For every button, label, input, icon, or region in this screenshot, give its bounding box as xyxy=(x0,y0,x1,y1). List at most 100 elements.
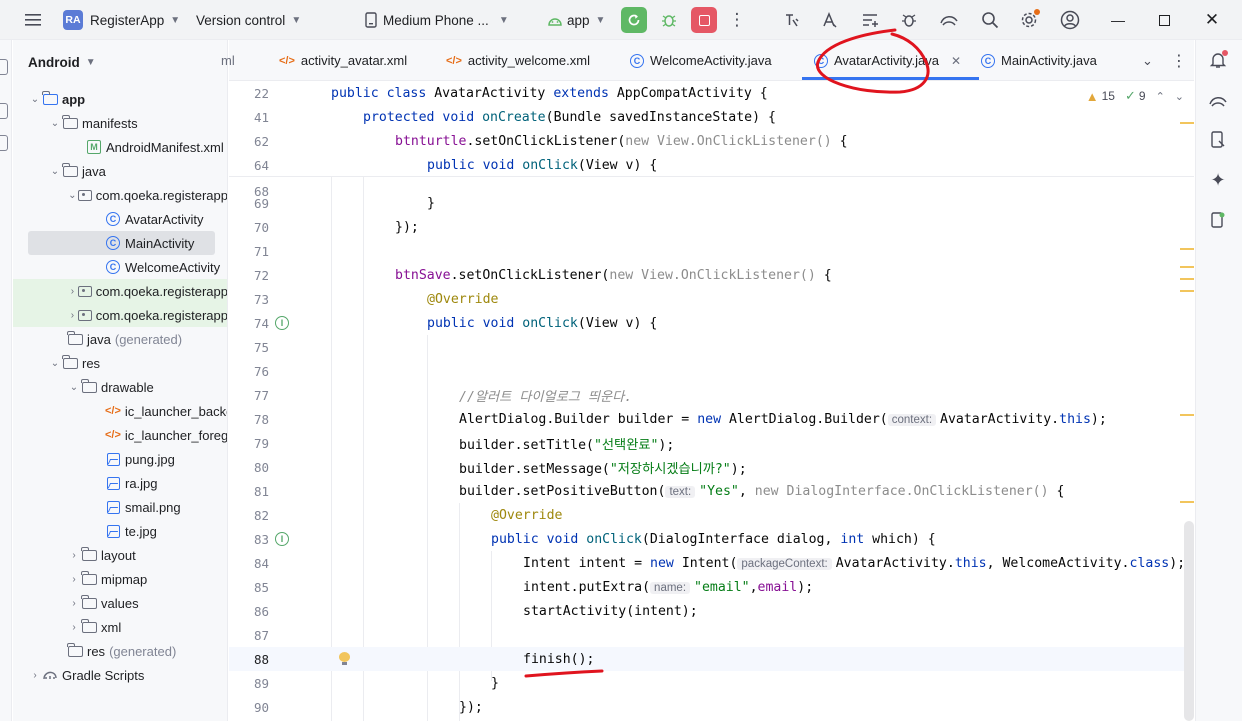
tree-item-gradle-scripts[interactable]: › Gradle Scripts xyxy=(13,663,227,687)
tree-item-te[interactable]: te.jpg xyxy=(13,519,227,543)
tree-item-java-generated[interactable]: java (generated) xyxy=(13,327,227,351)
tab-mainactivity-java[interactable]: C MainActivity.java xyxy=(981,40,1097,81)
line-number: 85 xyxy=(253,579,269,595)
warning-marker[interactable] xyxy=(1180,122,1194,124)
tree-item-mainactivity[interactable]: C MainActivity xyxy=(28,231,215,255)
warning-marker[interactable] xyxy=(1180,290,1194,292)
inspection-widget[interactable]: ▲ 15 ✓ 9 ⌃ ⌄ xyxy=(1086,88,1184,104)
warning-icon: ▲ xyxy=(1085,88,1099,104)
tab-welcomeactivity-java[interactable]: C WelcomeActivity.java xyxy=(630,40,772,81)
tree-item-package-androidtest[interactable]: › com.qoeka.registerapp xyxy=(13,279,227,303)
tree-item-drawable[interactable]: ⌄ drawable xyxy=(13,375,227,399)
project-view-selector[interactable]: Android ▼ xyxy=(13,40,227,84)
code-line: 62 btnturtle.setOnClickListener(new View… xyxy=(229,129,1194,153)
editor-scrollbar[interactable] xyxy=(1184,521,1194,721)
build-variants-icon[interactable] xyxy=(857,7,883,33)
structure-tool-icon[interactable] xyxy=(0,135,8,151)
tree-item-res[interactable]: ⌄ res xyxy=(13,351,227,375)
tab-activity-avatar-xml[interactable]: </> activity_avatar.xml xyxy=(279,40,407,81)
notifications-icon[interactable] xyxy=(1206,48,1230,72)
tree-item-app[interactable]: ⌄ app xyxy=(13,87,227,111)
commit-tool-icon[interactable] xyxy=(0,103,8,119)
warning-marker[interactable] xyxy=(1180,414,1194,416)
tab-avataractivity-java[interactable]: C AvatarActivity.java ✕ xyxy=(801,40,980,81)
right-tool-strip: ✦ xyxy=(1195,40,1242,721)
stop-button[interactable] xyxy=(691,7,717,33)
line-number: 62 xyxy=(253,133,269,149)
tree-item-label: manifests xyxy=(82,115,138,131)
rerun-button[interactable] xyxy=(621,7,647,33)
maximize-button[interactable] xyxy=(1144,0,1184,40)
warning-marker[interactable] xyxy=(1180,501,1194,503)
tree-item-java[interactable]: ⌄ java xyxy=(13,159,227,183)
tree-item-ic-launcher-background[interactable]: </> ic_launcher_background.xml xyxy=(13,399,227,423)
chevron-down-icon[interactable]: ⌄ xyxy=(1175,90,1184,103)
lightbulb-icon[interactable] xyxy=(339,652,350,665)
vcs-label: Version control xyxy=(196,12,286,28)
running-devices-icon[interactable] xyxy=(1206,208,1230,232)
tree-item-manifests[interactable]: ⌄ manifests xyxy=(13,111,227,135)
override-gutter-icon[interactable]: I xyxy=(275,316,289,330)
close-tab-icon[interactable]: ✕ xyxy=(951,54,961,68)
line-number: 83 xyxy=(253,531,269,547)
search-icon[interactable] xyxy=(977,7,1003,33)
device-selector[interactable]: Medium Phone ... ▼ xyxy=(364,0,509,40)
override-gutter-icon[interactable]: I xyxy=(275,532,289,546)
main-menu-icon[interactable] xyxy=(20,7,46,33)
warning-marker[interactable] xyxy=(1180,248,1194,250)
tree-item-pung[interactable]: pung.jpg xyxy=(13,447,227,471)
app-inspection-icon[interactable] xyxy=(896,7,922,33)
chevron-up-icon[interactable]: ⌃ xyxy=(1156,90,1165,103)
debug-icon[interactable] xyxy=(656,7,682,33)
tree-item-values[interactable]: › values xyxy=(13,591,227,615)
tree-item-welcomeactivity[interactable]: C WelcomeActivity xyxy=(13,255,227,279)
tree-item-avataractivity[interactable]: C AvatarActivity xyxy=(13,207,227,231)
tree-item-layout[interactable]: › layout xyxy=(13,543,227,567)
code-text: @Override xyxy=(427,291,499,307)
tree-item-label: ra.jpg xyxy=(125,475,158,491)
settings-gear-icon[interactable] xyxy=(1016,7,1042,33)
device-mirroring-icon[interactable] xyxy=(779,7,805,33)
project-selector[interactable]: RA RegisterApp ▼ xyxy=(63,0,180,40)
line-number: 72 xyxy=(253,267,269,283)
tree-item-androidmanifest[interactable]: M AndroidManifest.xml xyxy=(13,135,227,159)
code-line: 81 builder.setPositiveButton(text: "Yes",… xyxy=(229,479,1194,503)
check-icon: ✓ xyxy=(1124,88,1136,103)
tree-item-ic-launcher-foreground[interactable]: </> ic_launcher_foreground.xml xyxy=(13,423,227,447)
more-actions-icon[interactable]: ⋮ xyxy=(724,7,750,33)
warning-marker[interactable] xyxy=(1180,266,1194,268)
tree-item-package-test[interactable]: › com.qoeka.registerapp xyxy=(13,303,227,327)
warning-marker[interactable] xyxy=(1180,278,1194,280)
project-panel: Android ▼ ⌄ app ⌄ manifests M AndroidMan… xyxy=(13,40,228,721)
project-tool-icon[interactable] xyxy=(0,59,8,75)
code-text: }); xyxy=(459,699,483,715)
minimize-button[interactable]: — xyxy=(1098,0,1138,40)
vcs-selector[interactable]: Version control ▼ xyxy=(196,0,301,40)
tree-item-res-generated[interactable]: res (generated) xyxy=(13,639,227,663)
chevron-down-icon: ▼ xyxy=(498,14,509,26)
sparkle-icon[interactable]: ✦ xyxy=(1206,168,1230,192)
run-config-selector[interactable]: app ▼ xyxy=(547,0,605,40)
tree-item-ra[interactable]: ra.jpg xyxy=(13,471,227,495)
tree-item-mipmap[interactable]: › mipmap xyxy=(13,567,227,591)
gemini-icon[interactable] xyxy=(936,7,962,33)
tabs-more-icon[interactable]: ⋮ xyxy=(1171,40,1187,81)
code-editor[interactable]: ▲ 15 ✓ 9 ⌃ ⌄ 22 public class AvatarActiv… xyxy=(229,81,1194,721)
image-icon xyxy=(105,475,121,491)
folder-icon xyxy=(67,330,83,347)
tab-activity-welcome-xml[interactable]: </> activity_welcome.xml xyxy=(446,40,590,81)
tree-item-smail[interactable]: smail.png xyxy=(13,495,227,519)
tabs-dropdown-icon[interactable]: ⌄ xyxy=(1142,40,1153,81)
gemini-panel-icon[interactable] xyxy=(1206,88,1230,112)
translate-icon[interactable] xyxy=(817,7,843,33)
device-icon xyxy=(365,12,377,28)
tree-item-xml[interactable]: › xml xyxy=(13,615,227,639)
tab-truncated[interactable]: ml xyxy=(221,40,235,81)
folder-icon xyxy=(81,618,97,635)
tree-item-package[interactable]: ⌄ com.qoeka.registerapp xyxy=(13,183,227,207)
code-line: 72 btnSave.setOnClickListener(new View.O… xyxy=(229,263,1194,287)
device-manager-icon[interactable] xyxy=(1206,128,1230,152)
package-icon xyxy=(77,283,92,299)
close-window-button[interactable]: ✕ xyxy=(1192,0,1232,40)
account-icon[interactable] xyxy=(1057,7,1083,33)
